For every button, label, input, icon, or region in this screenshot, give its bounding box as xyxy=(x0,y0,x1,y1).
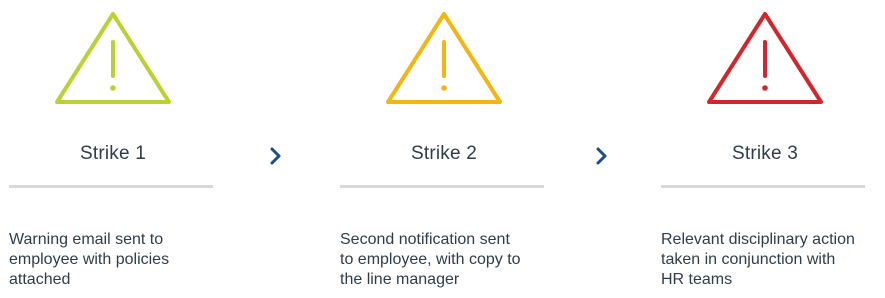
warning-triangle-icon xyxy=(55,12,171,104)
strike-step-1: Strike 1 Warning email sent to employee … xyxy=(3,0,223,298)
divider xyxy=(661,185,865,188)
strike-description: Warning email sent to employee with poli… xyxy=(9,231,170,288)
divider xyxy=(9,185,213,188)
strike-label: Strike 3 xyxy=(731,143,798,164)
strike-description: Relevant disciplinary action taken in co… xyxy=(661,231,855,288)
warning-triangle-icon xyxy=(707,12,823,104)
divider xyxy=(340,185,544,188)
strike-step-2: Strike 2 Second notification sent to emp… xyxy=(334,0,554,298)
strike-label: Strike 1 xyxy=(79,143,146,164)
chevron-right-icon xyxy=(596,147,607,165)
strike-label: Strike 2 xyxy=(410,143,477,164)
strike-description: Second notification sent to employee, wi… xyxy=(340,231,521,288)
strike-step-3: Strike 3 Relevant disciplinary action ta… xyxy=(655,0,875,298)
chevron-right-icon xyxy=(270,147,281,165)
warning-triangle-icon xyxy=(386,12,502,104)
